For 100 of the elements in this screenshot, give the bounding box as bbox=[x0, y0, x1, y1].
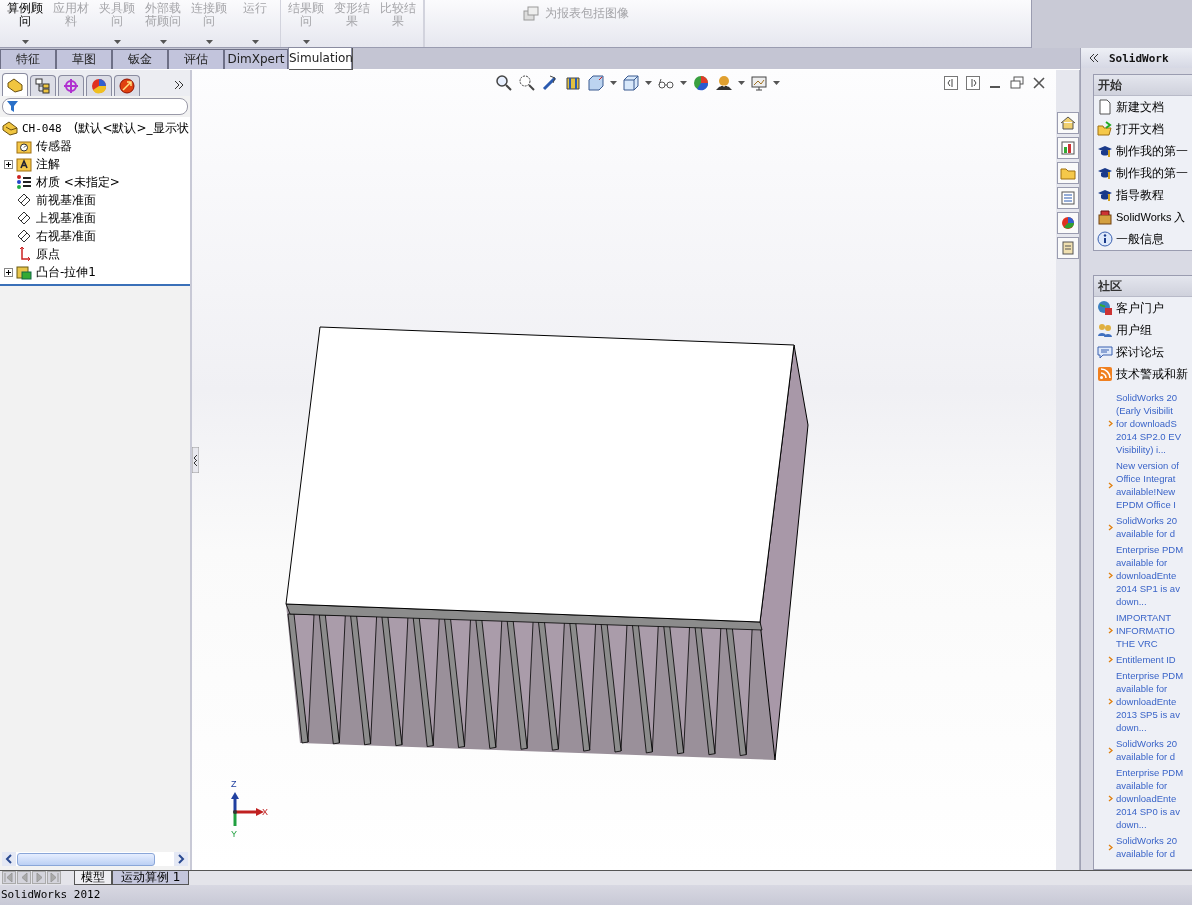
tab[interactable]: 运动算例 1 bbox=[112, 871, 190, 885]
tab[interactable]: 特征 bbox=[0, 49, 56, 69]
double-chevron-icon[interactable] bbox=[174, 81, 184, 89]
task-link[interactable]: 制作我的第一 bbox=[1116, 142, 1188, 160]
scroll-left-icon[interactable] bbox=[2, 852, 16, 866]
expand-icon[interactable] bbox=[4, 159, 13, 169]
tree-item[interactable]: 原点 bbox=[36, 245, 60, 263]
tree-item[interactable]: 注解 bbox=[36, 155, 60, 173]
news-link[interactable]: Enterprise PDM available for downloadEnte 2014 SP0 is av down... bbox=[1116, 766, 1184, 831]
task-link[interactable]: 技术警戒和新 bbox=[1116, 365, 1188, 383]
document-icon bbox=[1097, 99, 1113, 115]
tab[interactable]: 评估 bbox=[168, 49, 224, 69]
scroll-right-icon[interactable] bbox=[174, 852, 188, 866]
arrow-view-icon[interactable] bbox=[541, 74, 559, 92]
tree-item[interactable]: 前视基准面 bbox=[36, 191, 96, 209]
section-header[interactable]: 开始 bbox=[1094, 75, 1192, 96]
news-link[interactable]: Enterprise PDM available for downloadEnte 2013 SP5 is av down... bbox=[1116, 669, 1184, 734]
collapse-handle-icon[interactable] bbox=[192, 447, 199, 473]
caret-icon[interactable] bbox=[773, 81, 780, 85]
monitor-icon[interactable] bbox=[750, 74, 768, 92]
news-link[interactable]: SolidWorks 20 (Early Visibilit for downloadS 2014 SP2.0 EV Visibility) i... bbox=[1116, 391, 1181, 456]
task-link[interactable]: 打开文档 bbox=[1116, 120, 1164, 138]
task-pane-title: SolidWork bbox=[1109, 51, 1169, 65]
caret-icon[interactable] bbox=[21, 40, 29, 44]
news-link[interactable]: SolidWorks 20 available for d bbox=[1116, 737, 1178, 763]
tree-item[interactable]: 右视基准面 bbox=[36, 227, 96, 245]
clipboard-icon[interactable] bbox=[1059, 240, 1076, 256]
globe-icon bbox=[1097, 300, 1113, 316]
pane-left-icon[interactable] bbox=[944, 76, 958, 90]
section-header[interactable]: 社区 bbox=[1094, 276, 1192, 297]
tab[interactable]: 草图 bbox=[56, 49, 112, 69]
display-style-icon[interactable] bbox=[622, 74, 640, 92]
tree-item[interactable]: 材质 <未指定> bbox=[36, 173, 120, 191]
status-text: SolidWorks 2012 bbox=[1, 888, 101, 901]
chevron-icon bbox=[1108, 843, 1113, 851]
news-link[interactable]: SolidWorks 20 available for d bbox=[1116, 514, 1178, 540]
home-icon[interactable] bbox=[1059, 115, 1076, 131]
task-link[interactable]: 制作我的第一 bbox=[1116, 164, 1188, 182]
task-link[interactable]: SolidWorks 入 bbox=[1116, 209, 1186, 225]
section-view-icon[interactable] bbox=[564, 74, 582, 92]
caret-icon[interactable] bbox=[738, 81, 745, 85]
zoom-fit-icon[interactable] bbox=[495, 74, 513, 92]
plane-icon bbox=[16, 210, 32, 226]
panel-tab[interactable] bbox=[86, 75, 112, 96]
chevron-icon bbox=[1108, 523, 1113, 531]
caret-icon[interactable] bbox=[645, 81, 652, 85]
tab[interactable]: Simulation bbox=[288, 47, 352, 69]
chevron-icon bbox=[1108, 420, 1113, 427]
task-link[interactable]: 用户组 bbox=[1116, 321, 1152, 339]
task-link[interactable]: 新建文档 bbox=[1116, 98, 1164, 116]
tab[interactable]: 钣金 bbox=[112, 49, 168, 69]
task-link[interactable]: 探讨论坛 bbox=[1116, 343, 1164, 361]
filter-icon bbox=[7, 101, 18, 112]
expand-icon[interactable] bbox=[4, 267, 13, 277]
scrollbar-thumb[interactable] bbox=[17, 852, 155, 866]
tab[interactable]: DimXpert bbox=[224, 49, 288, 69]
chevron-icon bbox=[1108, 698, 1113, 705]
news-link[interactable]: Enterprise PDM available for downloadEnte 2014 SP1 is av down... bbox=[1116, 543, 1184, 608]
panel-tab[interactable] bbox=[114, 75, 140, 96]
material-icon bbox=[16, 174, 32, 190]
part-name[interactable]: CH-048 bbox=[22, 121, 62, 135]
news-link[interactable]: SolidWorks 20 available for d bbox=[1116, 834, 1178, 860]
task-link[interactable]: 客户门户 bbox=[1116, 299, 1164, 317]
tab[interactable]: 模型 bbox=[74, 871, 112, 885]
tree-item[interactable]: 凸台-拉伸1 bbox=[36, 263, 96, 281]
part-icon bbox=[2, 120, 18, 136]
graduation-cap-icon bbox=[1097, 187, 1113, 203]
color-wheel-icon[interactable] bbox=[1059, 215, 1076, 231]
tree-item[interactable]: 上视基准面 bbox=[36, 209, 96, 227]
panel-tab[interactable] bbox=[2, 73, 28, 96]
news-link[interactable]: Entitlement ID bbox=[1116, 653, 1176, 666]
folder-icon[interactable] bbox=[1059, 165, 1076, 181]
caret-icon[interactable] bbox=[680, 81, 687, 85]
library-icon[interactable] bbox=[1059, 140, 1076, 156]
plane-icon bbox=[16, 192, 32, 208]
sensor-folder-icon bbox=[16, 138, 32, 154]
chevron-icon bbox=[1108, 656, 1113, 663]
axis-label: Z bbox=[231, 779, 237, 789]
filter-field[interactable] bbox=[2, 98, 188, 115]
pane-right-icon[interactable] bbox=[966, 76, 980, 90]
caret-icon[interactable] bbox=[610, 81, 617, 85]
double-chevron-icon[interactable] bbox=[1089, 54, 1099, 62]
task-link[interactable]: 指导教程 bbox=[1116, 186, 1164, 204]
color-sphere-icon[interactable] bbox=[692, 74, 710, 92]
news-link[interactable]: New version of Office Integrat available!New EPDM Office I bbox=[1116, 459, 1179, 511]
view-orientation-icon[interactable] bbox=[587, 74, 605, 92]
close-icon[interactable] bbox=[1032, 76, 1046, 90]
panel-tab[interactable] bbox=[58, 75, 84, 96]
chevron-icon bbox=[1108, 627, 1113, 634]
circle-arrow-icon bbox=[119, 78, 135, 94]
chevron-icon bbox=[1108, 795, 1113, 802]
panel-tab[interactable] bbox=[30, 75, 56, 96]
restore-icon[interactable] bbox=[1010, 76, 1024, 90]
task-link[interactable]: 一般信息 bbox=[1116, 230, 1164, 248]
tree-item[interactable]: 传感器 bbox=[36, 137, 72, 155]
part-tree-icon bbox=[7, 77, 23, 93]
zoom-area-icon[interactable] bbox=[518, 74, 536, 92]
news-link[interactable]: IMPORTANT INFORMATIO THE VRC bbox=[1116, 611, 1175, 650]
graduation-cap-icon bbox=[1097, 143, 1113, 159]
toolbar-button[interactable]: 算例顾问 bbox=[2, 0, 48, 47]
